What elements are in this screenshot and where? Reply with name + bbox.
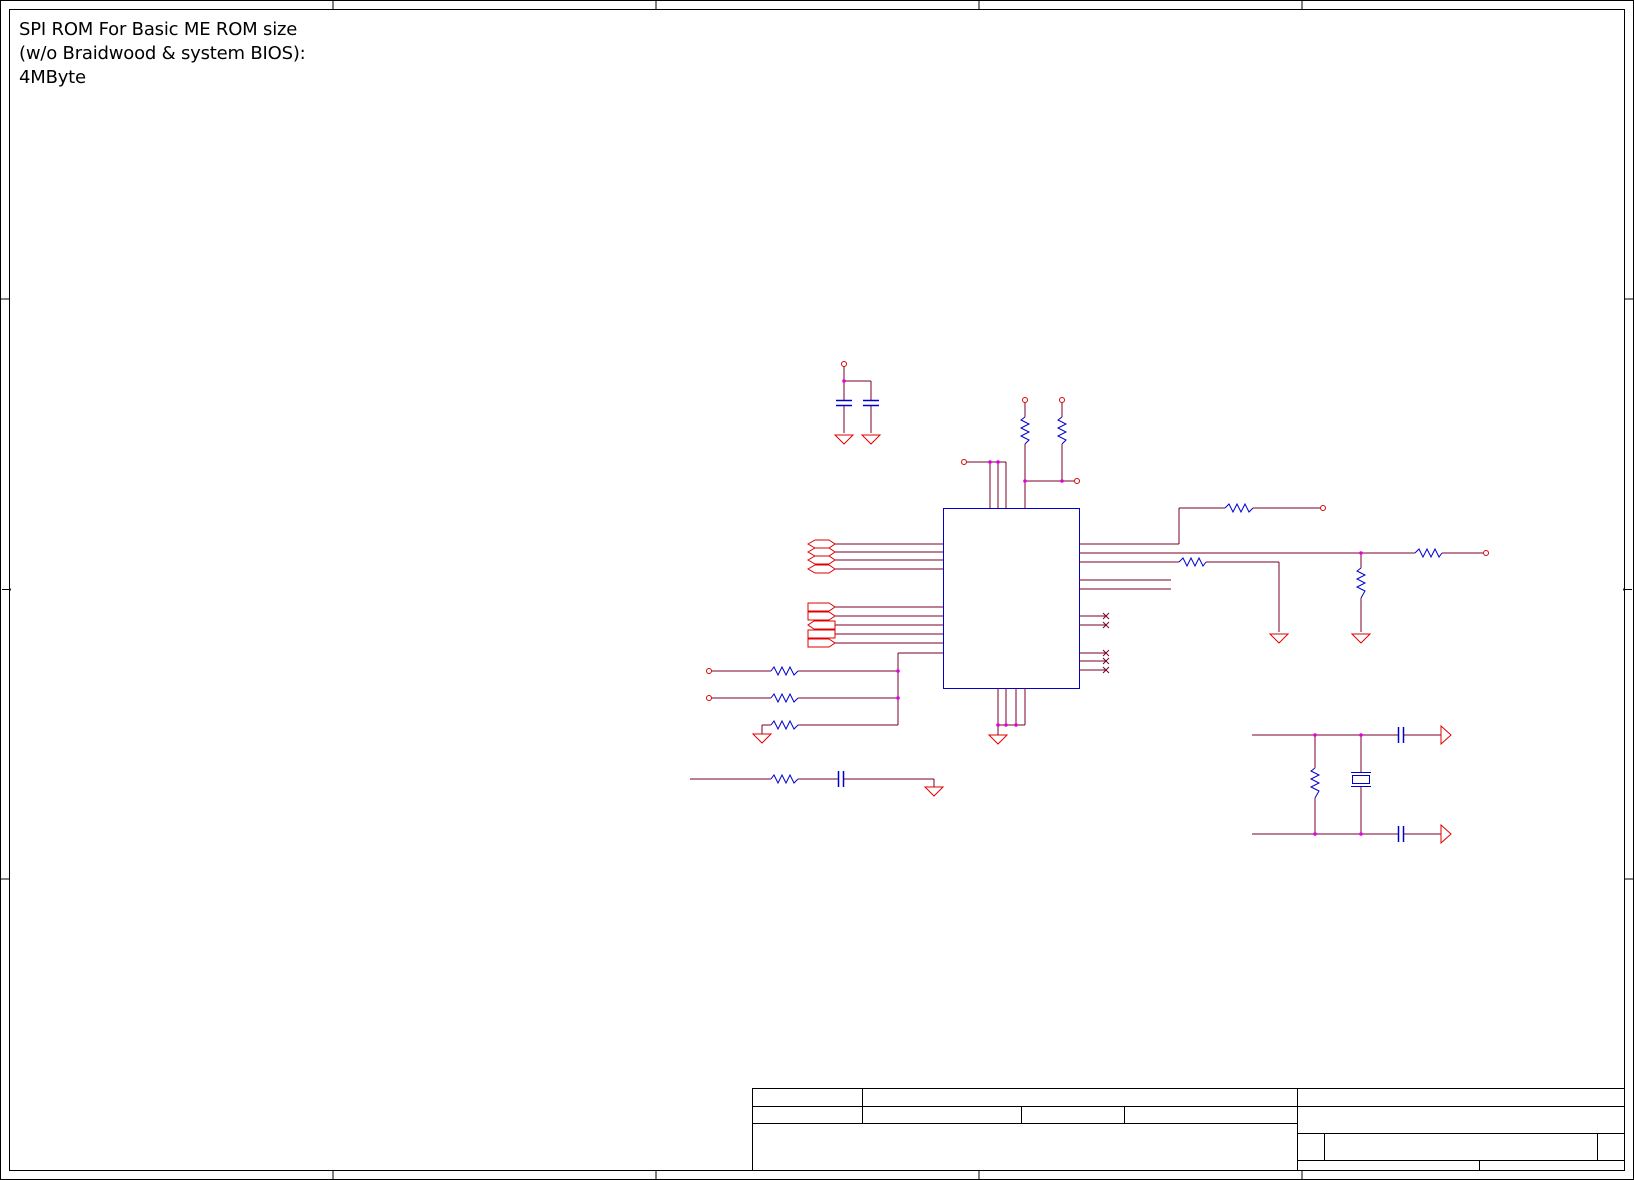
right-signals [1079,502,1489,674]
center-arrow-icon [2,586,1632,593]
power-port-icon [706,668,712,701]
capacitor-icon [837,771,845,787]
capacitor-icon [1397,727,1405,842]
resistor-icon [1178,502,1443,599]
power-port-icon [1022,397,1028,403]
crystal-icon [1351,772,1371,787]
ground-icon [987,734,1009,745]
title-block [752,1088,1625,1171]
junction [842,379,846,383]
power-port-icon [1059,397,1065,403]
no-connect-icon [1102,612,1110,674]
power-port-icon [1320,505,1489,556]
ground-icon [751,733,945,797]
ground-icon [1440,724,1452,845]
ground-icon [833,434,882,445]
bottom-pins [987,688,1026,745]
top-pins [961,397,1080,508]
sheet-border [0,0,1634,1180]
power-port-icon [961,459,967,465]
power-port-icon [1074,478,1080,484]
decoupling-caps [833,361,882,445]
resistor-icon [1019,416,1068,445]
spi-rom-chip[interactable] [943,508,1080,689]
left-signals [690,539,945,797]
ground-icon [1268,633,1372,644]
schematic-sheet [0,0,1634,1180]
crystal-circuit [1252,724,1452,845]
off-page-connector-icon [806,539,836,648]
resistor-icon [770,665,799,785]
capacitor-icon [836,399,879,407]
resistor-icon [1309,767,1321,799]
power-port-icon [841,361,847,367]
